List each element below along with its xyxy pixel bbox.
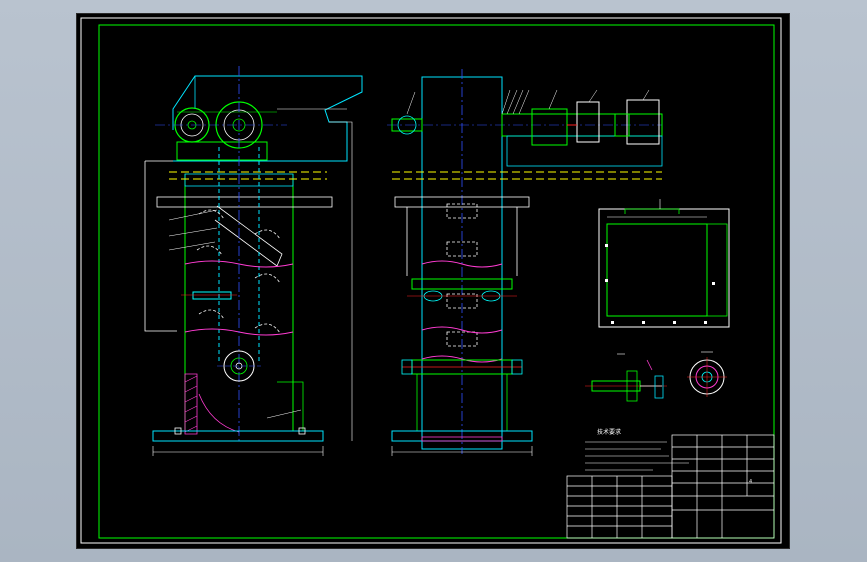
side-view[interactable] bbox=[387, 69, 663, 456]
cad-viewport[interactable]: 技术要求 4 bbox=[76, 13, 790, 549]
section-b-b[interactable] bbox=[585, 353, 667, 402]
section-c-c[interactable] bbox=[687, 351, 727, 397]
outer-frame bbox=[80, 17, 782, 544]
drawing-canvas: 技术要求 4 bbox=[80, 17, 782, 544]
technical-notes: 技术要求 bbox=[585, 428, 689, 471]
inner-border bbox=[98, 24, 775, 539]
section-a-a[interactable] bbox=[598, 199, 730, 328]
front-view[interactable] bbox=[144, 66, 363, 456]
notes-heading: 技术要求 bbox=[597, 428, 621, 436]
title-block[interactable] bbox=[566, 434, 775, 539]
sheet-number: 4 bbox=[749, 479, 752, 485]
